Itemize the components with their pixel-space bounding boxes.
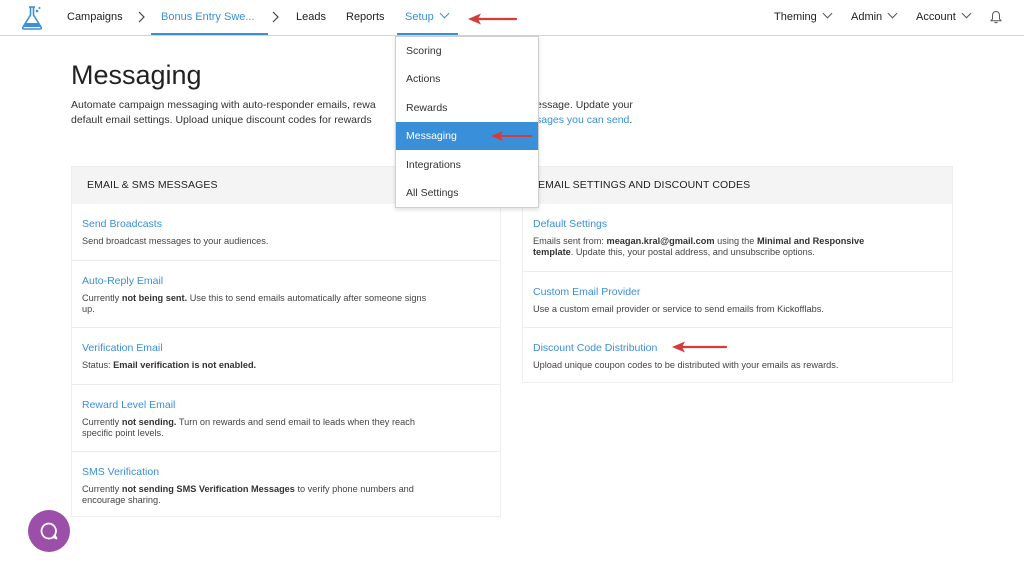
sender-email: meagan.kral@gmail.com [606,236,715,246]
text-pre: Emails sent from: [533,236,607,246]
auto-reply-email-link[interactable]: Auto-Reply Email [82,275,490,287]
description-line-2a: default email settings. Upload unique di… [71,114,372,126]
active-setup-underline [397,33,458,35]
menu-item-rewards[interactable]: Rewards [396,94,538,122]
discount-code-distribution-link[interactable]: Discount Code Distribution [533,342,942,354]
nav-campaign-name[interactable]: Bonus Entry Swe... [161,0,255,35]
description-line-2-end: . [629,114,633,126]
annotation-arrow-icon [491,131,532,141]
text-pre: Currently [82,484,122,494]
chat-launcher-button[interactable] [28,510,70,552]
text-pre: Currently [82,293,122,303]
setup-dropdown-menu: Scoring Actions Rewards Messaging Integr… [395,36,539,208]
chevron-down-icon [822,8,833,19]
chevron-right-icon [138,11,145,23]
description-line-1a: Automate campaign messaging with auto-re… [71,99,376,111]
chevron-down-icon [961,8,972,19]
menu-item-actions[interactable]: Actions [396,65,538,93]
nav-admin-label: Admin [851,11,883,23]
panel-header: EMAIL SETTINGS AND DISCOUNT CODES [523,167,952,204]
row-description: Emails sent from: meagan.kral@gmail.com … [533,236,942,258]
list-item-reward-level-email: Reward Level Email Currently not sending… [72,384,500,451]
row-description: Currently not being sent. Use this to se… [82,293,490,315]
bell-icon[interactable] [990,10,1002,24]
text-pre: Status: [82,360,114,370]
nav-reports[interactable]: Reports [346,0,385,35]
text-line2: encourage sharing. [82,495,161,505]
menu-item-all-settings[interactable]: All Settings [396,179,538,207]
text-bold: Email verification is not enabled. [113,360,257,370]
reward-level-email-link[interactable]: Reward Level Email [82,399,490,411]
nav-setup-label: Setup [405,11,434,23]
default-settings-link[interactable]: Default Settings [533,218,942,230]
list-item-discount-code-distribution: Discount Code Distribution Upload unique… [523,327,952,383]
text-post: to verify phone numbers and [294,484,414,494]
nav-setup[interactable]: Setup [405,0,450,35]
text-line2: specific point levels. [82,428,164,438]
sms-verification-link[interactable]: SMS Verification [82,466,490,478]
nav-leads[interactable]: Leads [296,0,326,35]
chevron-right-icon [272,11,279,23]
nav-admin[interactable]: Admin [851,0,898,35]
chevron-down-icon [887,8,898,19]
text-bold: not sending. [121,417,177,427]
text-mid: using the [714,236,757,246]
nav-account[interactable]: Account [916,0,972,35]
list-item-verification-email: Verification Email Status: Email verific… [72,327,500,384]
page-title: Messaging [71,60,202,90]
annotation-arrow-icon [672,341,728,353]
active-campaign-underline [151,33,268,35]
flask-logo-icon[interactable] [20,5,44,31]
chevron-down-icon [439,8,450,19]
description-line-2b: sages you can send. [536,113,632,128]
list-item-auto-reply-email: Auto-Reply Email Currently not being sen… [72,260,500,327]
custom-email-provider-link[interactable]: Custom Email Provider [533,286,942,298]
text-post: Use this to send emails automatically af… [187,293,427,303]
email-sms-messages-panel: EMAIL & SMS MESSAGES Send Broadcasts Sen… [71,166,501,517]
text-bold: not sending SMS Verification Messages [121,484,295,494]
row-description: Currently not sending. Turn on rewards a… [82,417,490,439]
row-description: Send broadcast messages to your audience… [82,236,269,246]
text-line2: up. [82,304,95,314]
row-description: Use a custom email provider or service t… [533,304,824,314]
verification-email-link[interactable]: Verification Email [82,342,490,354]
nav-campaigns[interactable]: Campaigns [67,0,123,35]
list-item-send-broadcasts: Send Broadcasts Send broadcast messages … [72,204,500,261]
messages-link[interactable]: sages you can send [536,114,629,126]
text-line2: . Update this, your postal address, and … [570,247,815,257]
list-item-custom-email-provider: Custom Email Provider Use a custom email… [523,271,952,327]
template-name: Minimal and Responsive [756,236,865,246]
text-pre: Currently [82,417,122,427]
list-item-sms-verification: SMS Verification Currently not sending S… [72,451,500,517]
send-broadcasts-link[interactable]: Send Broadcasts [82,218,490,230]
row-description: Currently not sending SMS Verification M… [82,484,490,506]
text-post: Turn on rewards and send email to leads … [176,417,415,427]
menu-item-scoring[interactable]: Scoring [396,37,538,65]
row-description: Upload unique coupon codes to be distrib… [533,360,839,370]
description-line-1b: essage. Update your [536,99,633,111]
nav-theming[interactable]: Theming [774,0,833,35]
nav-account-label: Account [916,11,956,23]
chat-bubble-icon [40,522,58,540]
menu-item-integrations[interactable]: Integrations [396,151,538,179]
email-settings-discount-codes-panel: EMAIL SETTINGS AND DISCOUNT CODES Defaul… [522,166,953,383]
nav-theming-label: Theming [774,11,817,23]
template-word: template [533,247,571,257]
row-description: Status: Email verification is not enable… [82,360,490,371]
annotation-arrow-icon [468,13,518,25]
text-bold: not being sent. [121,293,188,303]
list-item-default-settings: Default Settings Emails sent from: meaga… [523,204,952,271]
